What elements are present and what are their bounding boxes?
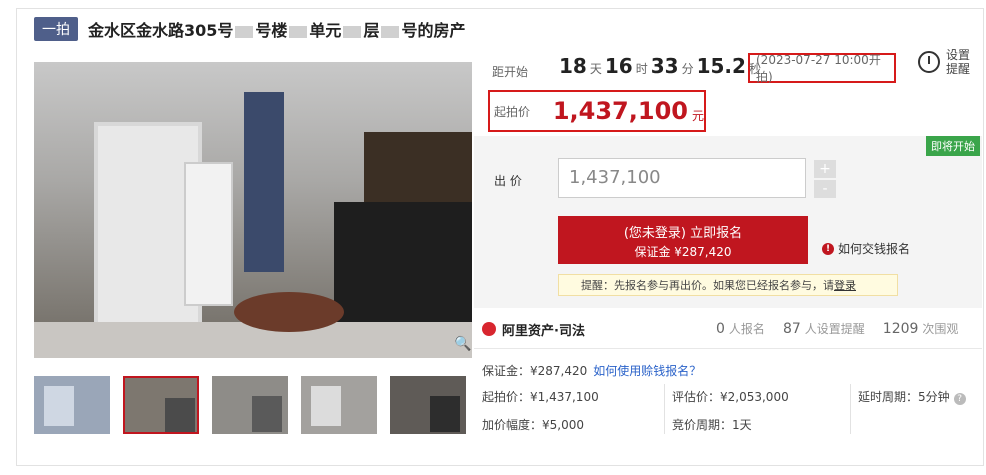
alarm-clock-icon xyxy=(918,51,940,73)
stat-label: 次围观 xyxy=(922,322,959,336)
platform-icon xyxy=(482,322,496,336)
detail-increment: 加价幅度：¥5,000 xyxy=(482,418,584,432)
title-part: 号楼 xyxy=(255,21,288,40)
round-badge: 一拍 xyxy=(34,17,78,41)
signup-count: 0 人报名 xyxy=(716,320,765,337)
thumb-detail xyxy=(430,396,460,432)
title-part: 金水区金水路305号 xyxy=(88,21,234,40)
platform-name: 阿里资产·司法 xyxy=(502,323,585,339)
thumbnail[interactable] xyxy=(301,376,377,434)
thumb-detail xyxy=(165,398,195,432)
how-to-pay-link[interactable]: ! 如何交钱报名 xyxy=(822,240,910,257)
delay-text: 延时周期：5分钟 xyxy=(858,390,950,404)
divider xyxy=(664,384,665,434)
main-photo[interactable] xyxy=(34,62,472,358)
stat-label: 人设置提醒 xyxy=(804,322,865,336)
thumb-detail xyxy=(44,386,74,426)
login-link[interactable]: 登录 xyxy=(834,279,856,292)
title-part: 层 xyxy=(363,21,380,40)
thumbnail[interactable] xyxy=(212,376,288,434)
reminder-count: 87 人设置提醒 xyxy=(783,320,865,337)
reminder-line: 设置 xyxy=(946,48,971,62)
redaction xyxy=(381,25,400,38)
deposit-text: 保证金：¥287,420 xyxy=(482,364,588,378)
reminder-label: 设置 提醒 xyxy=(946,48,970,76)
currency-unit: 元 xyxy=(691,108,704,123)
signup-button[interactable]: (您未登录) 立即报名 保证金 ¥287,420 xyxy=(558,216,808,264)
tip-banner: 提醒：先报名参与再出价。如果您已经报名参与，请登录 xyxy=(558,274,898,296)
title-part: 单元 xyxy=(309,21,342,40)
thumb-detail xyxy=(252,396,282,432)
countdown-days: 18 xyxy=(559,54,587,78)
deposit-help-link[interactable]: 如何使用赊钱报名？ xyxy=(593,364,701,378)
starting-price: 起拍价 1,437,100 元 xyxy=(488,90,706,132)
stat-number: 1209 xyxy=(882,321,919,337)
tip-text: 提醒：先报名参与再出价。如果您已经报名参与，请 xyxy=(581,279,834,292)
photo-curtain xyxy=(244,92,284,272)
photo-fridge xyxy=(184,162,233,306)
bid-stepper: + - xyxy=(814,160,836,200)
thumbnail[interactable] xyxy=(34,376,110,434)
countdown-label: 距开始 xyxy=(492,65,529,79)
starting-price-value: 1,437,100 xyxy=(552,97,688,125)
divider xyxy=(850,384,851,434)
help-icon[interactable]: ? xyxy=(953,393,966,405)
title-part: 号的房产 xyxy=(401,21,466,40)
photo-shelf xyxy=(364,132,472,212)
countdown-minutes: 33 xyxy=(650,54,679,78)
countdown-seconds: 15.2 xyxy=(696,54,746,78)
deposit-info: 保证金：¥287,420 如何使用赊钱报名？ xyxy=(482,362,701,379)
detail-start-price: 起拍价：¥1,437,100 xyxy=(482,390,599,404)
unit-label: 时 xyxy=(635,62,648,76)
thumbnail-strip xyxy=(34,376,479,434)
countdown: 18 天 16 时 33 分 15.2 秒 xyxy=(556,54,761,78)
signup-label: (您未登录) 立即报名 xyxy=(623,226,743,241)
platform-logo: 阿里资产·司法 xyxy=(482,320,585,339)
increase-button[interactable]: + xyxy=(814,160,836,178)
stat-number: 0 xyxy=(716,321,725,337)
bid-label: 出 价 xyxy=(494,174,522,188)
thumbnail[interactable] xyxy=(390,376,466,434)
detail-appraisal: 评估价：¥2,053,000 xyxy=(672,390,789,404)
unit-label: 天 xyxy=(589,62,602,76)
photo-table xyxy=(234,292,344,332)
start-time: (2023-07-27 10:00开拍) xyxy=(748,53,896,84)
decrease-button[interactable]: - xyxy=(814,180,836,198)
starting-price-label: 起拍价 xyxy=(494,104,531,119)
countdown-hours: 16 xyxy=(604,54,633,78)
how-to-label: 如何交钱报名 xyxy=(838,242,911,256)
thumb-detail xyxy=(311,386,341,426)
detail-delay: 延时周期：5分钟? xyxy=(858,388,966,405)
redaction xyxy=(235,25,254,38)
detail-period: 竞价周期：1天 xyxy=(672,418,752,432)
thumbnail-selected[interactable] xyxy=(123,376,199,434)
title-row: 一拍 金水区金水路305号 号楼 单元 层 号的房产 xyxy=(34,16,465,42)
stats: 0 人报名 87 人设置提醒 1209 次围观 xyxy=(716,320,976,337)
zoom-icon[interactable]: 🔍 xyxy=(454,336,472,354)
bid-panel: 即将开始 出 价 1,437,100 + - (您未登录) 立即报名 保证金 ¥… xyxy=(474,136,982,308)
info-icon: ! xyxy=(822,242,834,255)
set-reminder-button[interactable]: 设置 提醒 xyxy=(918,48,970,76)
status-badge: 即将开始 xyxy=(926,136,980,156)
page-title: 金水区金水路305号 号楼 单元 层 号的房产 xyxy=(88,17,465,41)
view-count: 1209 次围观 xyxy=(883,320,959,337)
divider xyxy=(474,348,982,349)
signup-deposit: 保证金 ¥287,420 xyxy=(634,245,732,259)
stat-label: 人报名 xyxy=(728,322,765,336)
redaction xyxy=(343,25,362,38)
bid-input[interactable]: 1,437,100 xyxy=(558,158,806,198)
stat-number: 87 xyxy=(782,321,801,337)
redaction xyxy=(289,25,308,38)
reminder-line: 提醒 xyxy=(946,62,971,76)
unit-label: 分 xyxy=(681,62,694,76)
